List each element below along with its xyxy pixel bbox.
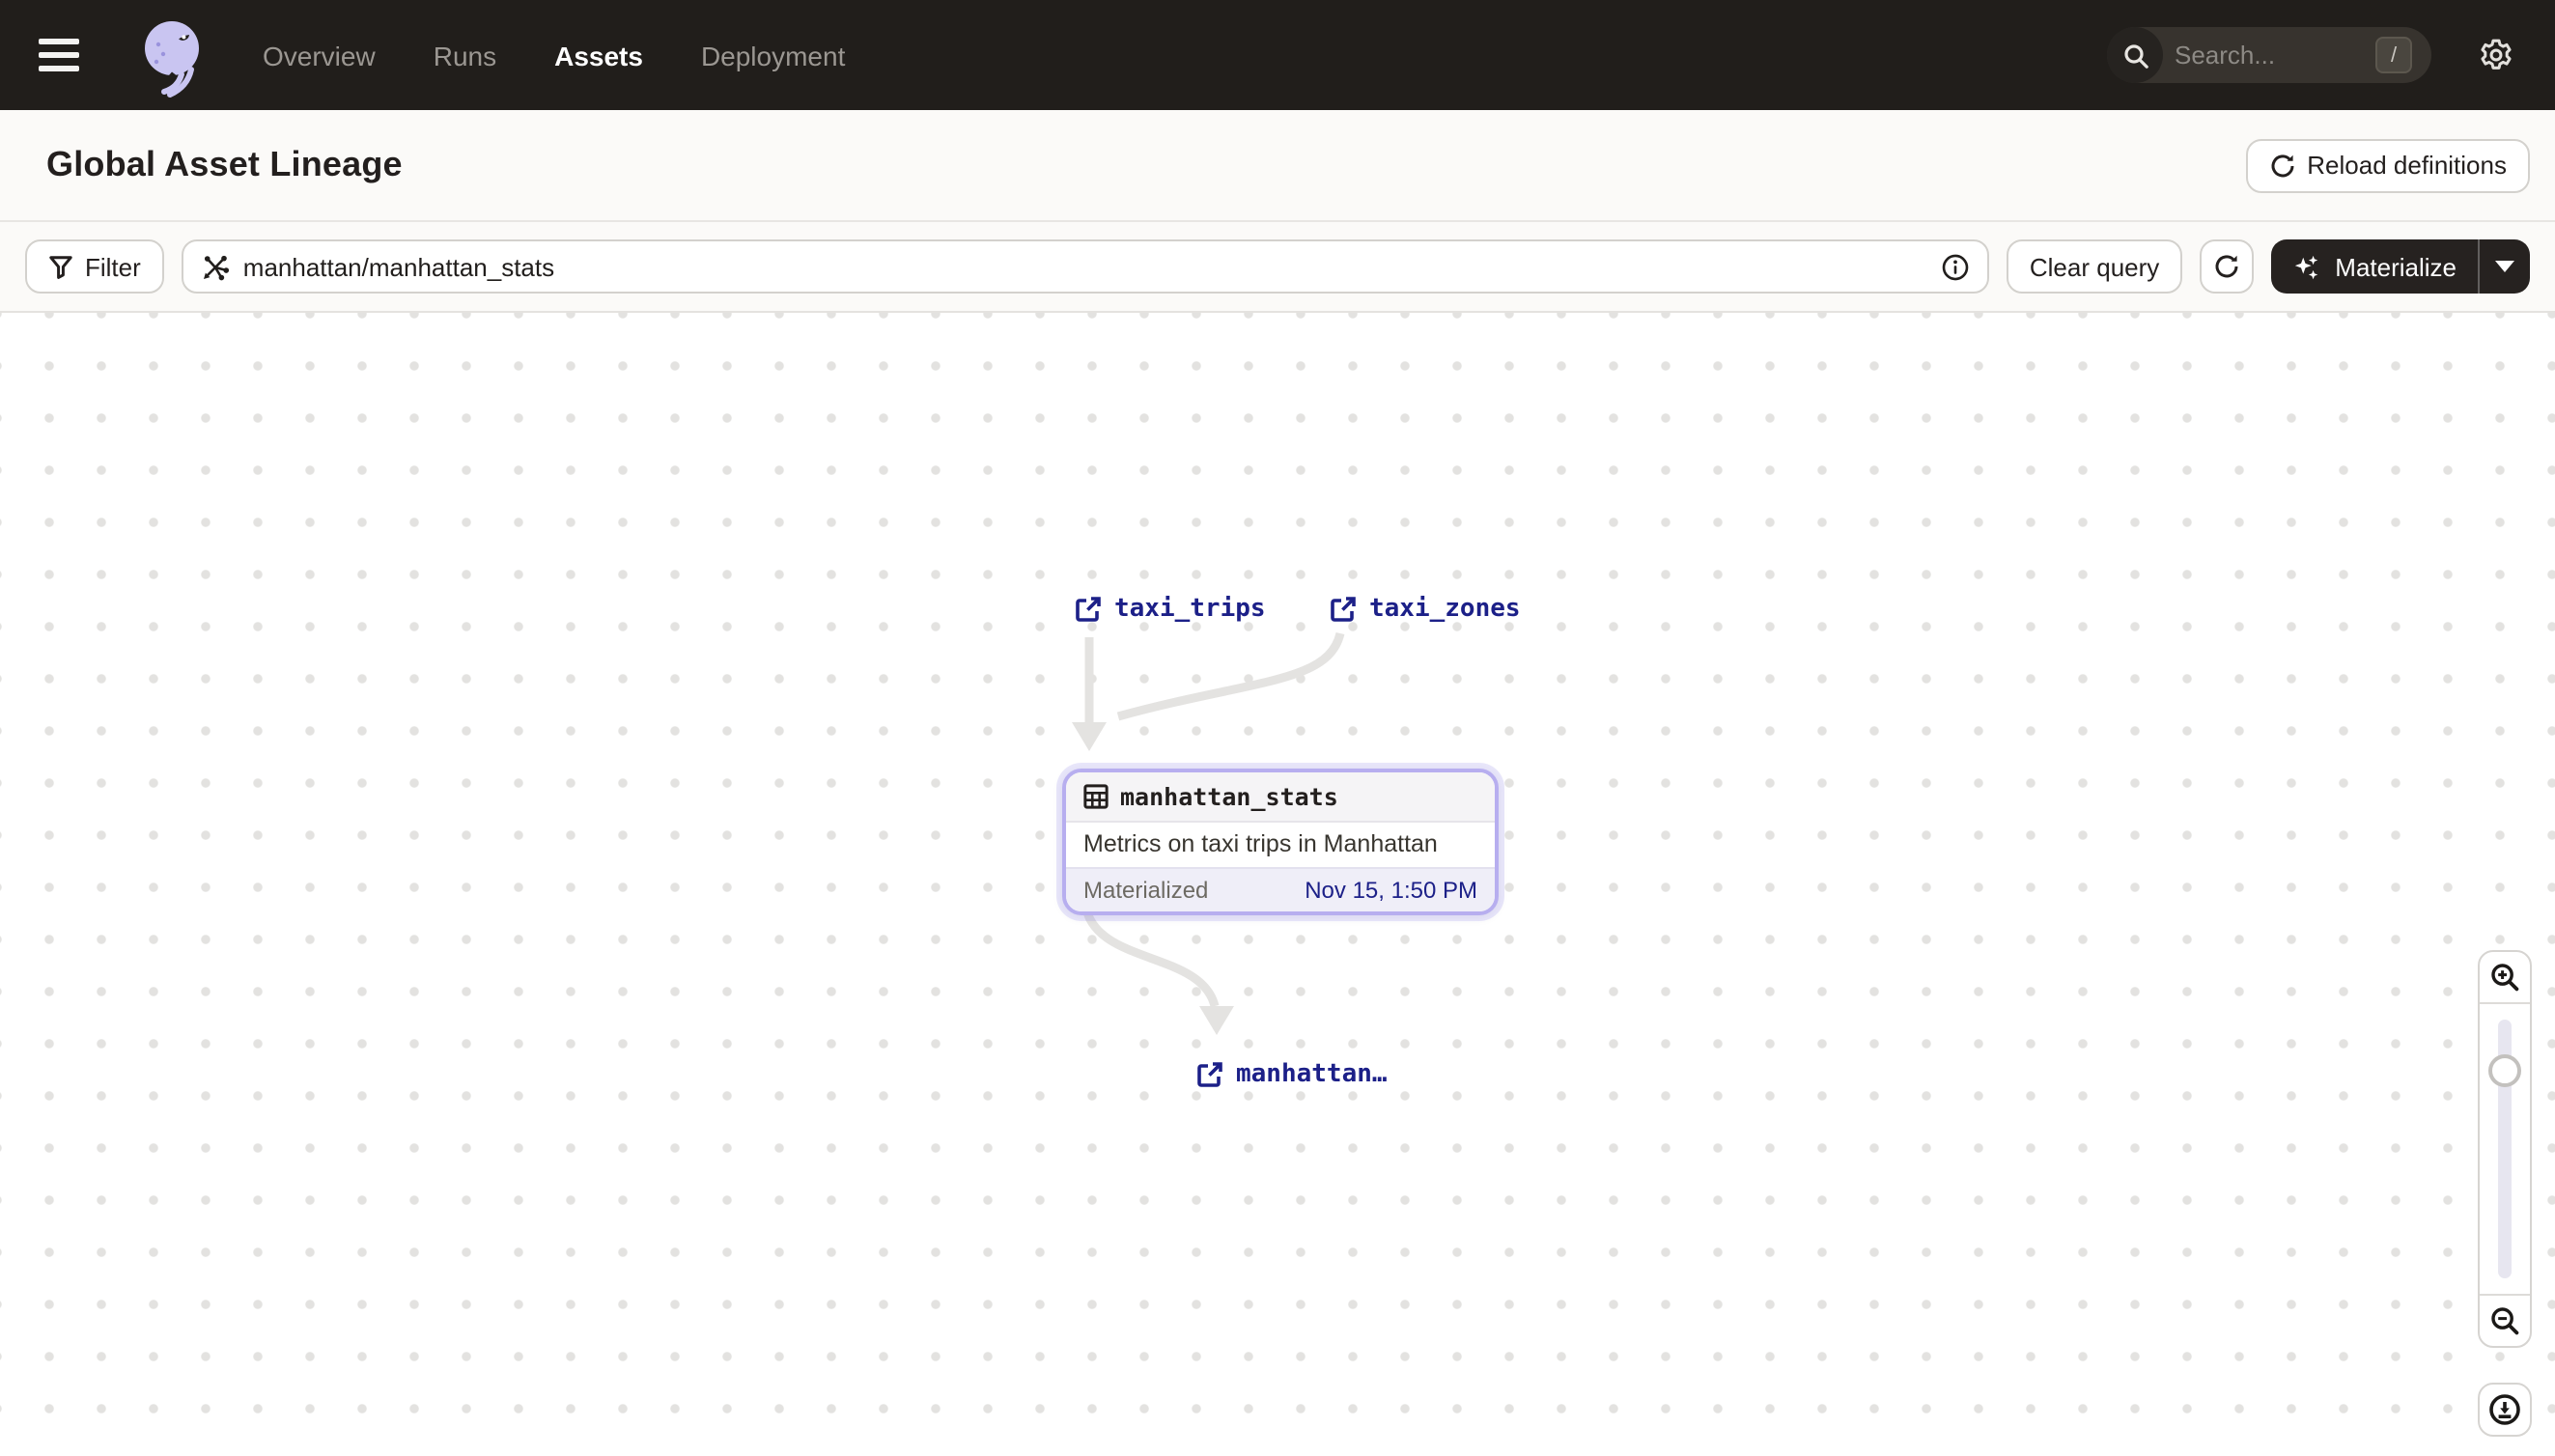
table-icon bbox=[1083, 784, 1109, 809]
search-shortcut-badge: / bbox=[2375, 37, 2412, 73]
nav-link-assets[interactable]: Assets bbox=[554, 40, 643, 70]
asset-node-taxi-zones[interactable]: taxi_zones bbox=[1329, 595, 1521, 624]
download-view-icon bbox=[2487, 1392, 2522, 1427]
asset-query-box[interactable] bbox=[181, 239, 1989, 294]
sparkle-icon bbox=[2292, 252, 2321, 281]
status-label: Materialized bbox=[1083, 877, 1209, 904]
search-icon bbox=[2107, 27, 2163, 83]
chevron-down-icon bbox=[2495, 261, 2514, 272]
dagster-logo[interactable] bbox=[135, 16, 212, 101]
asset-card-header: manhattan_stats bbox=[1066, 772, 1495, 823]
zoom-control-panel bbox=[2478, 950, 2532, 1348]
asset-description: Metrics on taxi trips in Manhattan bbox=[1066, 823, 1495, 867]
refresh-icon bbox=[2268, 152, 2295, 179]
asset-node-manhattan-downstream[interactable]: manhattan… bbox=[1195, 1060, 1388, 1089]
lineage-toolbar: Filter Clear query bbox=[0, 222, 2555, 313]
primary-nav: Overview Runs Assets Deployment bbox=[263, 40, 845, 70]
page-title: Global Asset Lineage bbox=[46, 145, 403, 183]
zoom-in-icon bbox=[2489, 962, 2520, 993]
recenter-view-button[interactable] bbox=[2478, 1383, 2532, 1437]
external-link-icon bbox=[1074, 595, 1103, 624]
materialize-dropdown-button[interactable] bbox=[2478, 239, 2530, 294]
zoom-out-icon bbox=[2489, 1305, 2520, 1336]
zoom-slider[interactable] bbox=[2480, 1004, 2530, 1294]
info-icon[interactable] bbox=[1941, 252, 1970, 281]
top-nav-bar: Overview Runs Assets Deployment / bbox=[0, 0, 2555, 110]
search-input[interactable] bbox=[2175, 41, 2352, 70]
asset-node-taxi-trips[interactable]: taxi_trips bbox=[1074, 595, 1266, 624]
external-link-icon bbox=[1329, 595, 1358, 624]
reload-definitions-button[interactable]: Reload definitions bbox=[2245, 138, 2530, 192]
filter-button[interactable]: Filter bbox=[25, 239, 164, 294]
zoom-out-button[interactable] bbox=[2480, 1294, 2530, 1346]
refresh-query-button[interactable] bbox=[2200, 239, 2255, 294]
asset-name: manhattan_stats bbox=[1120, 782, 1338, 811]
nav-link-deployment[interactable]: Deployment bbox=[701, 40, 845, 70]
zoom-slider-handle[interactable] bbox=[2488, 1054, 2521, 1087]
status-timestamp[interactable]: Nov 15, 1:50 PM bbox=[1305, 877, 1477, 904]
asset-status-row: Materialized Nov 15, 1:50 PM bbox=[1066, 867, 1495, 911]
nav-link-runs[interactable]: Runs bbox=[434, 40, 496, 70]
asset-graph-icon bbox=[201, 252, 230, 281]
lineage-canvas[interactable]: taxi_trips taxi_zones manhattan_stats Me… bbox=[0, 313, 2555, 1456]
dagster-app: Overview Runs Assets Deployment / Glob bbox=[0, 0, 2555, 1456]
external-link-icon bbox=[1195, 1060, 1224, 1089]
nav-right-group: / bbox=[2107, 27, 2528, 83]
filter-icon bbox=[48, 254, 73, 279]
refresh-icon bbox=[2213, 253, 2240, 280]
asset-query-input[interactable] bbox=[242, 252, 1927, 281]
zoom-in-button[interactable] bbox=[2480, 952, 2530, 1004]
clear-query-button[interactable]: Clear query bbox=[2006, 239, 2183, 294]
hamburger-menu-icon[interactable] bbox=[39, 22, 104, 88]
gear-icon[interactable] bbox=[2470, 30, 2520, 80]
materialize-button-group: Materialize bbox=[2271, 239, 2530, 294]
global-search[interactable]: / bbox=[2107, 27, 2431, 83]
asset-card-manhattan-stats[interactable]: manhattan_stats Metrics on taxi trips in… bbox=[1062, 769, 1499, 915]
page-header: Global Asset Lineage Reload definitions bbox=[0, 110, 2555, 222]
materialize-button[interactable]: Materialize bbox=[2271, 239, 2478, 294]
nav-link-overview[interactable]: Overview bbox=[263, 40, 376, 70]
